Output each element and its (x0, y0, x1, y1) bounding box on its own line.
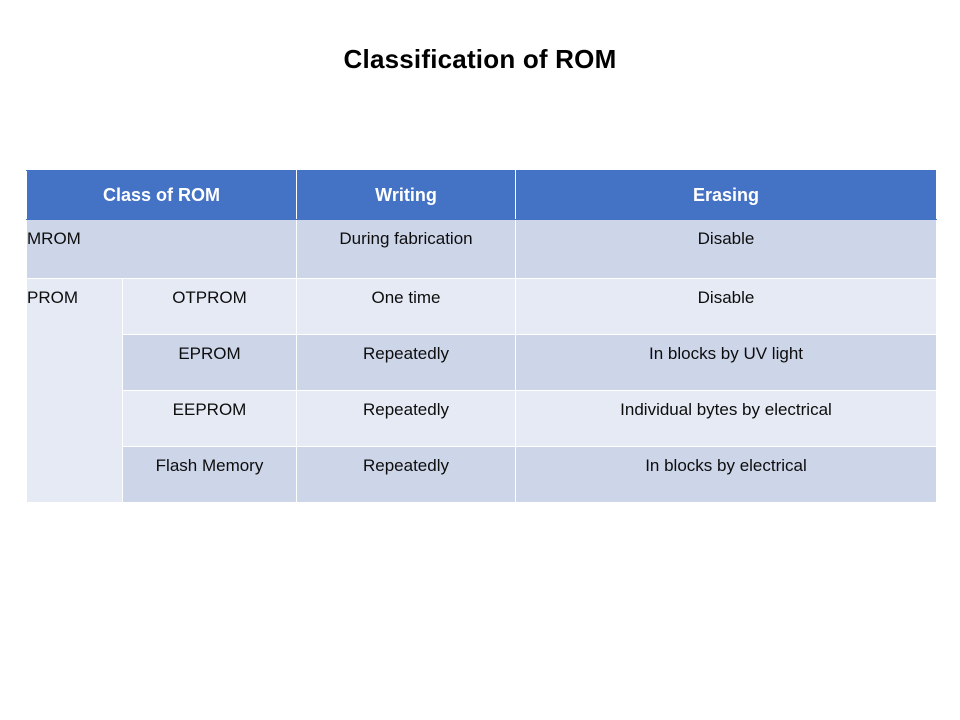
page-title: Classification of ROM (343, 44, 617, 74)
column-header-writing: Writing (296, 170, 516, 220)
column-header-class-of-rom: Class of ROM (26, 170, 297, 220)
cell-class-mrom: MROM (26, 219, 297, 279)
table-row: EPROM Repeatedly In blocks by UV light (27, 334, 937, 391)
cell-erasing-flash-memory: In blocks by electrical (515, 446, 937, 503)
cell-erasing-eprom: In blocks by UV light (515, 334, 937, 391)
cell-class-flash-memory: Flash Memory (122, 446, 297, 503)
table-body: MROM During fabrication Disable PROM OTP… (26, 219, 937, 503)
cell-writing-mrom: During fabrication (296, 219, 516, 279)
cell-class-eprom: EPROM (122, 334, 297, 391)
cell-group-label-prom: PROM (26, 278, 123, 503)
cell-class-otprom: OTPROM (122, 278, 297, 335)
cell-writing-eprom: Repeatedly (296, 334, 516, 391)
table-row: PROM OTPROM One time Disable (26, 278, 937, 503)
cell-erasing-otprom: Disable (515, 278, 937, 335)
table-header: Class of ROM Writing Erasing (26, 170, 937, 220)
cell-writing-flash-memory: Repeatedly (296, 446, 516, 503)
column-header-erasing: Erasing (515, 170, 937, 220)
cell-class-eeprom: EEPROM (122, 390, 297, 447)
table-row: Flash Memory Repeatedly In blocks by ele… (27, 446, 937, 503)
cell-erasing-eeprom: Individual bytes by electrical (515, 390, 937, 447)
table-row: MROM During fabrication Disable (26, 219, 937, 279)
table-row: EEPROM Repeatedly Individual bytes by el… (27, 390, 937, 447)
rom-classification-table: Class of ROM Writing Erasing MROM During… (26, 170, 937, 503)
table: Class of ROM Writing Erasing MROM During… (26, 170, 937, 503)
cell-erasing-mrom: Disable (515, 219, 937, 279)
cell-writing-otprom: One time (296, 278, 516, 335)
table-header-row: Class of ROM Writing Erasing (26, 170, 937, 220)
cell-writing-eeprom: Repeatedly (296, 390, 516, 447)
